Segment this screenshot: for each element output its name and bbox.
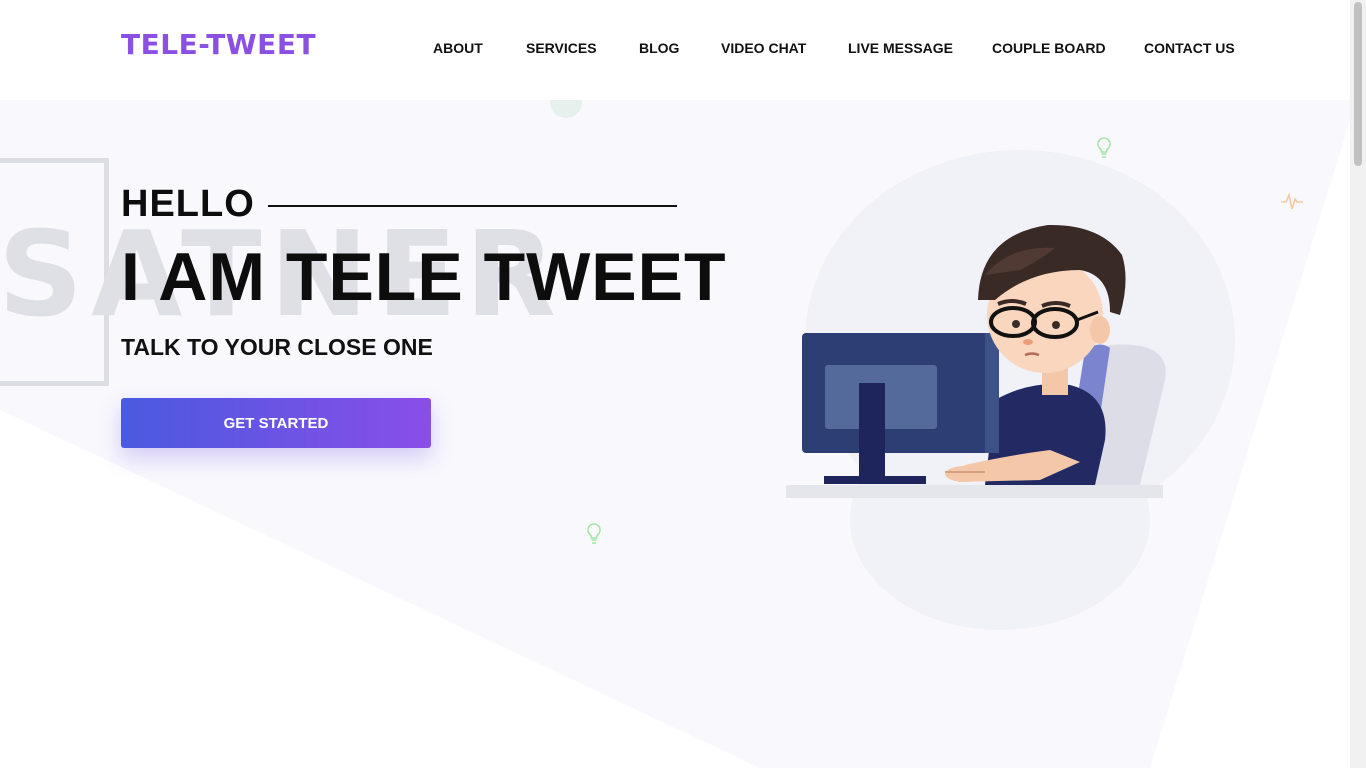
nav-item-video-chat[interactable]: VIDEO CHAT <box>721 40 806 56</box>
main-nav: ABOUT SERVICES BLOG VIDEO CHAT LIVE MESS… <box>0 40 1350 60</box>
nav-item-blog[interactable]: BLOG <box>639 40 679 56</box>
scrollbar-thumb[interactable] <box>1354 2 1362 166</box>
pulse-icon <box>1281 192 1303 210</box>
boy-at-computer-illustration <box>786 224 1166 498</box>
hero-title: I AM TELE TWEET <box>121 239 727 315</box>
nav-item-live-message[interactable]: LIVE MESSAGE <box>848 40 953 56</box>
nav-item-couple-board[interactable]: COUPLE BOARD <box>992 40 1106 56</box>
nav-item-contact-us[interactable]: CONTACT US <box>1144 40 1235 56</box>
site-header: TELE-TWEET ABOUT SERVICES BLOG VIDEO CHA… <box>0 0 1350 100</box>
hero-greeting: HELLO <box>121 183 255 225</box>
greeting-divider <box>268 205 677 207</box>
lightbulb-icon <box>1097 137 1111 158</box>
lightbulb-icon <box>587 523 601 544</box>
nav-item-services[interactable]: SERVICES <box>526 40 597 56</box>
nav-item-about[interactable]: ABOUT <box>433 40 483 56</box>
get-started-button[interactable]: GET STARTED <box>121 398 431 448</box>
hero-subtitle: TALK TO YOUR CLOSE ONE <box>121 334 433 360</box>
vertical-scrollbar[interactable] <box>1350 0 1366 768</box>
